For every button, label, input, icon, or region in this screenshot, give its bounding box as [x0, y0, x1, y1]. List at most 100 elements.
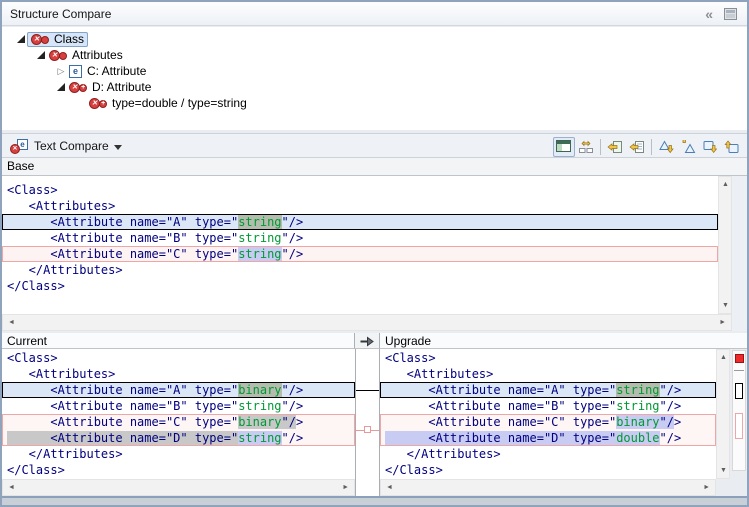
- upgrade-vertical-scrollbar[interactable]: ▲ ▼: [716, 349, 730, 479]
- minimize-chevrons-icon[interactable]: «: [705, 6, 713, 22]
- maximize-view-icon[interactable]: [724, 7, 737, 23]
- code-line: <Attribute name="A" type="string"/>: [380, 382, 716, 398]
- tree-expander-icon: [75, 97, 87, 109]
- code-line: <Attributes>: [2, 198, 718, 214]
- base-text-area[interactable]: <Class> <Attributes> <Attribute name="A"…: [2, 176, 718, 314]
- upgrade-pane-header: Upgrade: [380, 333, 747, 349]
- next-difference-button[interactable]: [655, 137, 677, 157]
- code-line: <Attributes>: [2, 366, 355, 382]
- tree-row[interactable]: ▷eC: Attribute: [2, 63, 747, 79]
- code-line: <Class>: [2, 182, 718, 198]
- xml-markup: "/>: [660, 399, 682, 413]
- xml-markup: <Attribute name="A" type=": [7, 383, 238, 397]
- code-line: <Attribute name="A" type="binary"/>: [2, 382, 355, 398]
- text-compare-header: e✕ Text Compare: [2, 133, 747, 158]
- next-change-button[interactable]: [699, 137, 721, 157]
- code-line: <Class>: [2, 350, 355, 366]
- xml-attribute-value: string: [238, 247, 281, 261]
- tree-item-label: type=double / type=string: [112, 96, 247, 110]
- xml-markup: <Attributes>: [385, 367, 493, 381]
- code-line: <Attribute name="C" type="string"/>: [2, 246, 718, 262]
- xml-markup: <Attribute name="A" type=": [385, 383, 616, 397]
- two-way-layout-button[interactable]: [553, 137, 575, 157]
- selected-diff-marker[interactable]: [735, 383, 743, 399]
- toolbar-separator: [651, 139, 652, 155]
- conflict-status-marker: [735, 354, 744, 363]
- text-compare-toolbar: [553, 136, 743, 157]
- base-horizontal-scrollbar[interactable]: ◄ ►: [2, 314, 732, 331]
- text-compare-title: Text Compare: [34, 134, 109, 159]
- tree-item-label: Attributes: [72, 48, 123, 62]
- xml-markup: <Attribute name="D" type=": [385, 431, 616, 445]
- base-vertical-scrollbar[interactable]: ▲ ▼: [718, 176, 732, 314]
- xml-attribute-value: binary: [238, 383, 281, 397]
- xml-markup: "/>: [282, 247, 304, 261]
- xml-markup: <Class>: [7, 351, 58, 365]
- xml-markup: </Attributes>: [7, 447, 123, 461]
- structure-compare-title: Structure Compare: [10, 2, 111, 26]
- base-pane-header: Base: [2, 158, 747, 176]
- previous-difference-button[interactable]: [677, 137, 699, 157]
- code-line: <Attribute name="A" type="string"/>: [2, 214, 718, 230]
- scroll-left-arrow-icon[interactable]: ◄: [8, 319, 15, 326]
- tree-expander-icon[interactable]: [15, 33, 27, 45]
- swap-panes-button[interactable]: [575, 137, 597, 157]
- diff-connector-gutter: [355, 349, 380, 496]
- code-line: <Attribute name="B" type="string"/>: [380, 398, 716, 414]
- tree-item-label: D: Attribute: [92, 80, 151, 94]
- conflict-merge-handle[interactable]: [364, 426, 371, 433]
- tree-row[interactable]: ✕Attributes: [2, 47, 747, 63]
- tree-row[interactable]: ✕Class: [2, 31, 747, 47]
- scroll-down-arrow-icon[interactable]: ▼: [722, 302, 729, 309]
- current-pane-header: Current: [2, 333, 355, 349]
- structure-compare-tree[interactable]: ✕Class✕Attributes▷eC: Attribute ✕+ D: Attr…: [2, 27, 747, 130]
- xml-attribute-value: string: [616, 383, 659, 397]
- scroll-right-arrow-icon[interactable]: ►: [703, 484, 710, 491]
- overview-ruler[interactable]: [732, 350, 746, 471]
- merge-direction-arrow-icon: [359, 334, 375, 348]
- scroll-right-arrow-icon[interactable]: ►: [719, 319, 726, 326]
- upgrade-horizontal-scrollbar[interactable]: ◄ ►: [380, 479, 716, 496]
- xml-markup: </Attributes>: [385, 447, 501, 461]
- xml-markup: "/>: [282, 399, 304, 413]
- tree-expander-icon[interactable]: [35, 49, 47, 61]
- conflict-add-icon: ✕+: [69, 81, 87, 94]
- code-line: </Attributes>: [2, 262, 718, 278]
- xml-markup: >: [674, 415, 681, 429]
- xml-markup: <Attribute name="B" type=": [7, 399, 238, 413]
- copy-all-right-to-left-button[interactable]: [604, 137, 626, 157]
- text-compare-menu-dropdown-icon[interactable]: [114, 145, 122, 150]
- tree-row[interactable]: ✕+ D: Attribute: [2, 79, 747, 95]
- upgrade-text-area[interactable]: <Class> <Attributes> <Attribute name="A"…: [380, 349, 716, 479]
- tree-expander-icon[interactable]: [55, 81, 67, 93]
- xml-markup: <Attribute name="C" type=": [385, 415, 616, 429]
- base-right-filler: [732, 176, 747, 331]
- conflict-diff-marker[interactable]: [735, 413, 743, 439]
- scroll-right-arrow-icon[interactable]: ►: [342, 484, 349, 491]
- xml-markup: "/>: [282, 231, 304, 245]
- copy-current-right-to-left-button[interactable]: [626, 137, 648, 157]
- tree-row[interactable]: ✕+type=double / type=string: [2, 95, 747, 111]
- text-compare-icon: e✕: [10, 139, 28, 154]
- base-pane-label: Base: [7, 158, 34, 175]
- scroll-down-arrow-icon[interactable]: ▼: [720, 467, 727, 474]
- scroll-up-arrow-icon[interactable]: ▲: [720, 354, 727, 361]
- xml-attribute-value: string: [238, 231, 281, 245]
- xml-attribute-value: string: [238, 399, 281, 413]
- xml-markup: <Attributes>: [7, 367, 115, 381]
- current-text-area[interactable]: <Class> <Attributes> <Attribute name="A"…: [2, 349, 355, 479]
- xml-attribute-value: double: [616, 431, 659, 445]
- current-horizontal-scrollbar[interactable]: ◄ ►: [2, 479, 355, 496]
- selected-diff-connector: [356, 390, 379, 391]
- xml-attribute-value: binary: [616, 415, 659, 429]
- xml-markup: "/>: [660, 383, 682, 397]
- tree-selection[interactable]: ✕Class: [27, 32, 88, 47]
- tree-expander-icon[interactable]: ▷: [55, 65, 67, 77]
- scroll-up-arrow-icon[interactable]: ▲: [722, 181, 729, 188]
- code-line: </Attributes>: [380, 446, 716, 462]
- scroll-left-arrow-icon[interactable]: ◄: [386, 484, 393, 491]
- previous-change-button[interactable]: [721, 137, 743, 157]
- xml-markup: </Attributes>: [7, 263, 123, 277]
- scroll-left-arrow-icon[interactable]: ◄: [8, 484, 15, 491]
- code-line: <Attribute name="B" type="string"/>: [2, 230, 718, 246]
